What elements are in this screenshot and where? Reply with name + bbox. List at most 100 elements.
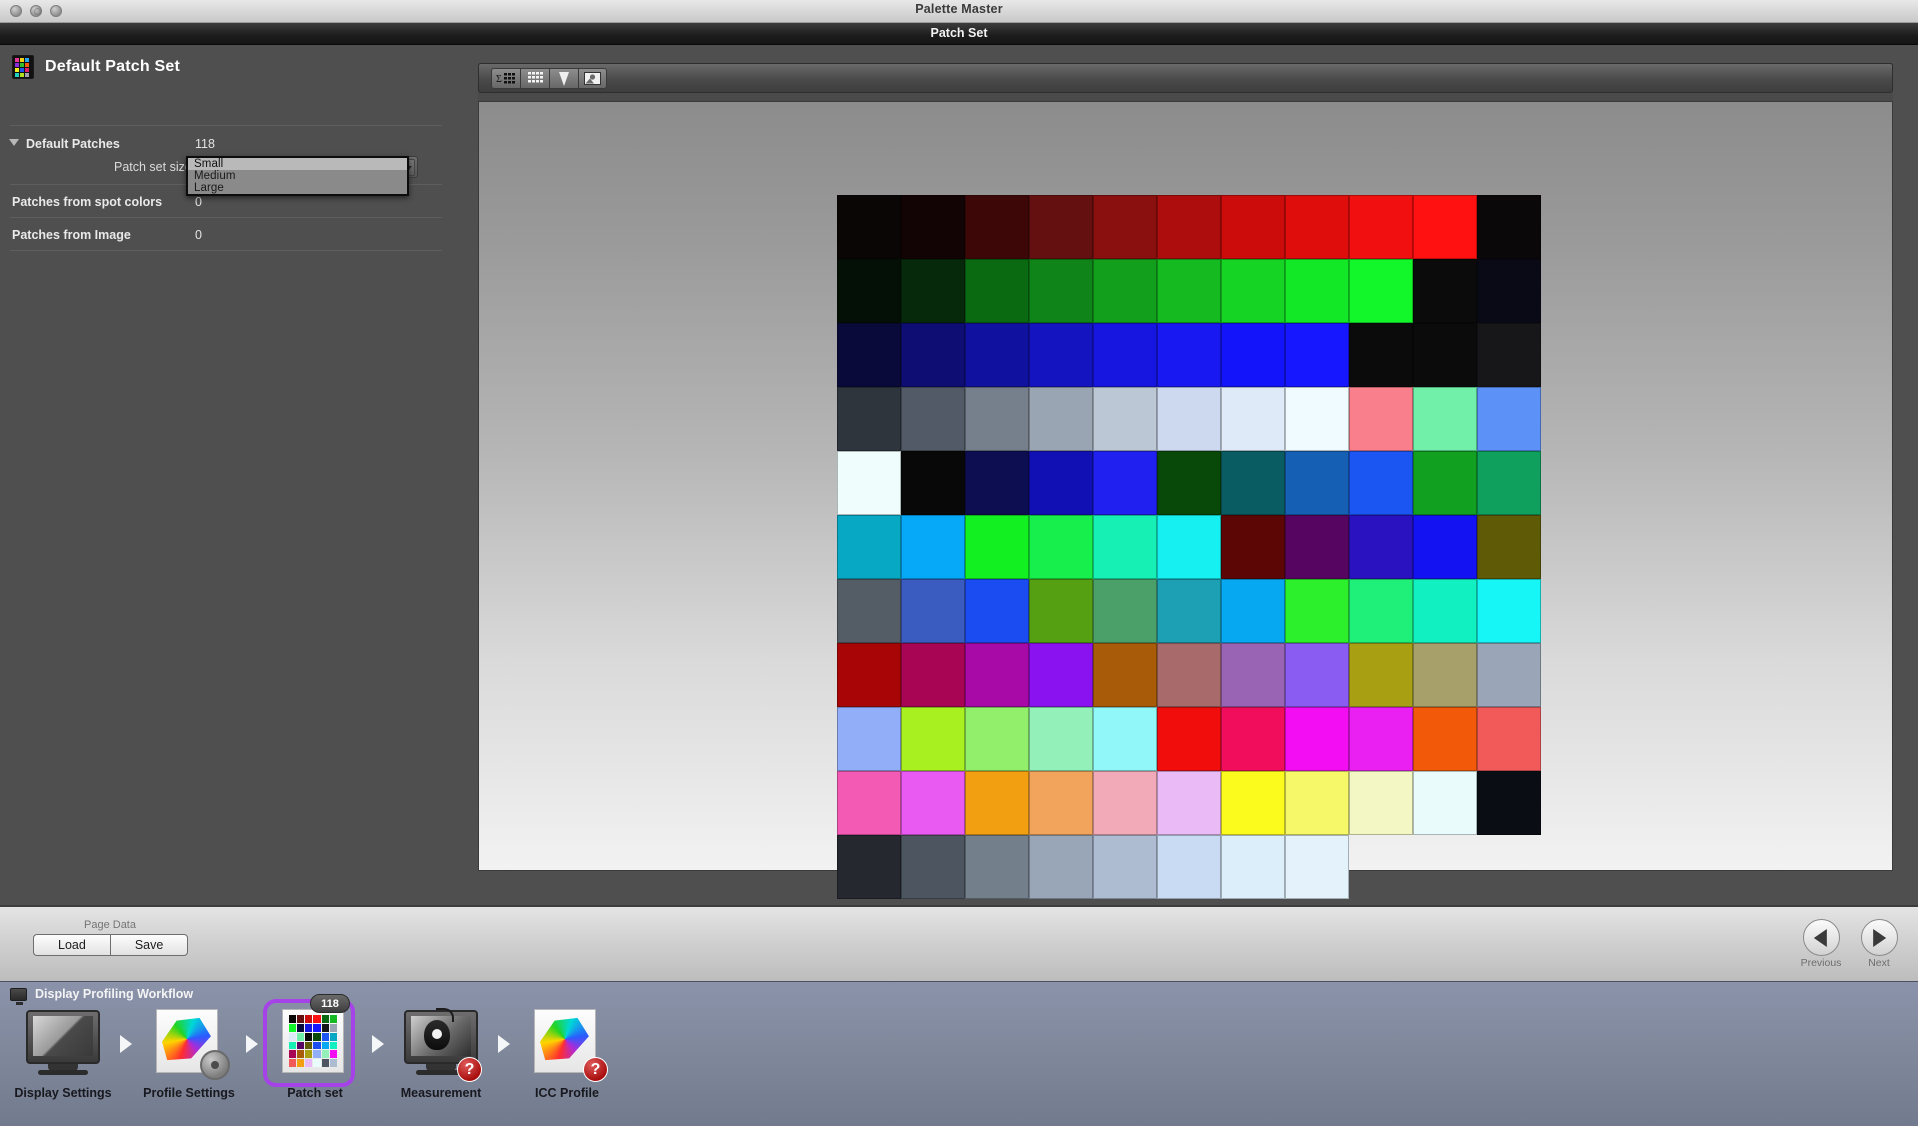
color-patch[interactable] — [837, 579, 901, 643]
color-patch[interactable] — [1029, 259, 1093, 323]
color-patch[interactable] — [1285, 771, 1349, 835]
color-patch[interactable] — [1285, 259, 1349, 323]
color-patch[interactable] — [901, 643, 965, 707]
color-patch[interactable] — [901, 579, 965, 643]
color-patch[interactable] — [901, 451, 965, 515]
color-patch[interactable] — [1029, 835, 1093, 899]
color-patch[interactable] — [837, 451, 901, 515]
color-patch[interactable] — [901, 195, 965, 259]
chevron-down-icon[interactable] — [9, 139, 19, 146]
patch-set-size-menu[interactable]: Small Medium Large — [186, 156, 409, 196]
color-patch[interactable] — [965, 835, 1029, 899]
color-patch[interactable] — [1029, 451, 1093, 515]
color-patch[interactable] — [965, 771, 1029, 835]
workflow-step-measurement[interactable]: ? Measurement — [392, 1008, 490, 1100]
color-patch[interactable] — [1221, 451, 1285, 515]
workflow-step-profile-settings[interactable]: Profile Settings — [140, 1008, 238, 1100]
color-patch[interactable] — [1157, 195, 1221, 259]
color-patch[interactable] — [1221, 323, 1285, 387]
color-patch[interactable] — [837, 323, 901, 387]
color-patch[interactable] — [1349, 195, 1413, 259]
color-patch[interactable] — [1349, 451, 1413, 515]
color-patch[interactable] — [1221, 387, 1285, 451]
color-patch[interactable] — [1221, 259, 1285, 323]
color-patch[interactable] — [1349, 771, 1413, 835]
color-patch[interactable] — [1285, 835, 1349, 899]
color-patch[interactable] — [1029, 707, 1093, 771]
color-patch[interactable] — [1093, 323, 1157, 387]
color-patch[interactable] — [901, 707, 965, 771]
color-patch[interactable] — [837, 707, 901, 771]
color-patch[interactable] — [1477, 323, 1541, 387]
color-patch[interactable] — [1093, 515, 1157, 579]
menu-item-medium[interactable]: Medium — [188, 170, 407, 182]
color-patch[interactable] — [1285, 707, 1349, 771]
color-patch[interactable] — [1477, 771, 1541, 835]
color-patch[interactable] — [1413, 323, 1477, 387]
arrow-right-icon[interactable] — [1860, 919, 1898, 956]
color-patch[interactable] — [1093, 835, 1157, 899]
color-patch[interactable] — [1477, 643, 1541, 707]
color-patch[interactable] — [1157, 515, 1221, 579]
color-patch[interactable] — [837, 259, 901, 323]
color-patch[interactable] — [837, 515, 901, 579]
color-patch[interactable] — [901, 771, 965, 835]
color-patch[interactable] — [1349, 579, 1413, 643]
color-patch[interactable] — [1029, 323, 1093, 387]
color-patch[interactable] — [1157, 707, 1221, 771]
color-patch[interactable] — [1285, 579, 1349, 643]
color-patch[interactable] — [1157, 835, 1221, 899]
color-patch[interactable] — [965, 579, 1029, 643]
view-mode-button-group[interactable]: Σ — [491, 68, 607, 89]
color-patch[interactable] — [965, 515, 1029, 579]
color-patch[interactable] — [1413, 195, 1477, 259]
color-patch[interactable] — [1093, 387, 1157, 451]
color-patch[interactable] — [965, 195, 1029, 259]
color-patch[interactable] — [1285, 515, 1349, 579]
color-patch[interactable] — [837, 835, 901, 899]
workflow-step-icc-profile[interactable]: ? ICC Profile — [518, 1008, 616, 1100]
row-default-patches[interactable]: Default Patches 118 — [0, 133, 452, 157]
color-patch[interactable] — [1221, 707, 1285, 771]
previous-button[interactable]: Previous — [1798, 919, 1844, 969]
color-patch[interactable] — [1029, 387, 1093, 451]
color-patch[interactable] — [965, 259, 1029, 323]
color-patch[interactable] — [1477, 259, 1541, 323]
color-patch[interactable] — [1221, 515, 1285, 579]
color-patch[interactable] — [1413, 771, 1477, 835]
color-patch[interactable] — [1157, 771, 1221, 835]
color-patch[interactable] — [1029, 195, 1093, 259]
color-patch[interactable] — [1157, 259, 1221, 323]
color-patch[interactable] — [1413, 515, 1477, 579]
color-patch[interactable] — [1221, 195, 1285, 259]
color-patch[interactable] — [1477, 451, 1541, 515]
color-patch[interactable] — [1477, 515, 1541, 579]
color-patch[interactable] — [1285, 195, 1349, 259]
color-patch[interactable] — [1349, 643, 1413, 707]
color-patch[interactable] — [1413, 579, 1477, 643]
color-patch[interactable] — [1349, 515, 1413, 579]
menu-item-large[interactable]: Large — [188, 182, 407, 194]
color-patch[interactable] — [1285, 451, 1349, 515]
color-patch[interactable] — [901, 387, 965, 451]
color-patch[interactable] — [901, 835, 965, 899]
color-patch[interactable] — [1221, 835, 1285, 899]
save-button[interactable]: Save — [109, 934, 189, 956]
color-patch[interactable] — [1157, 451, 1221, 515]
color-patch[interactable] — [1413, 643, 1477, 707]
color-patch[interactable] — [837, 195, 901, 259]
color-patch[interactable] — [1413, 707, 1477, 771]
color-patch[interactable] — [1157, 643, 1221, 707]
color-patch[interactable] — [1285, 643, 1349, 707]
color-patch[interactable] — [1029, 643, 1093, 707]
color-patch[interactable] — [901, 259, 965, 323]
gradient-wedge-icon[interactable] — [549, 68, 578, 89]
color-patch[interactable] — [1221, 643, 1285, 707]
color-patch[interactable] — [1029, 771, 1093, 835]
color-patch[interactable] — [965, 643, 1029, 707]
color-patch[interactable] — [1285, 323, 1349, 387]
color-patch[interactable] — [837, 771, 901, 835]
color-patch[interactable] — [1029, 515, 1093, 579]
color-patch[interactable] — [1221, 771, 1285, 835]
color-patch[interactable] — [837, 643, 901, 707]
